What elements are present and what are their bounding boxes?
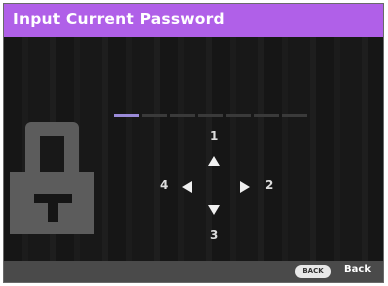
footer-bar: BACK Back [4,261,383,282]
dialog-title: Input Current Password [13,10,225,28]
password-digit-slot [170,114,195,117]
password-digit-slot [142,114,167,117]
keypad-down-digit: 3 [210,228,219,242]
password-digit-indicator [114,114,309,118]
keypad-up-digit: 1 [210,129,219,143]
back-label: Back [344,264,371,275]
arrow-down-icon[interactable] [208,205,220,215]
password-digit-slot [226,114,251,117]
lock-icon [10,122,94,234]
password-digit-slot [114,114,139,117]
keypad-left-digit: 4 [160,178,169,192]
password-dialog: Input Current Password 1 4 2 3 BACK Back [3,3,384,283]
arrow-right-icon[interactable] [240,181,250,193]
arrow-left-icon[interactable] [182,181,192,193]
dialog-content: 1 4 2 3 [4,37,383,263]
back-key-icon[interactable]: BACK [295,265,331,278]
title-bar: Input Current Password [4,4,383,37]
password-digit-slot [254,114,279,117]
password-digit-slot [198,114,223,117]
password-digit-slot [282,114,307,117]
keypad-right-digit: 2 [265,178,274,192]
arrow-up-icon[interactable] [208,156,220,166]
